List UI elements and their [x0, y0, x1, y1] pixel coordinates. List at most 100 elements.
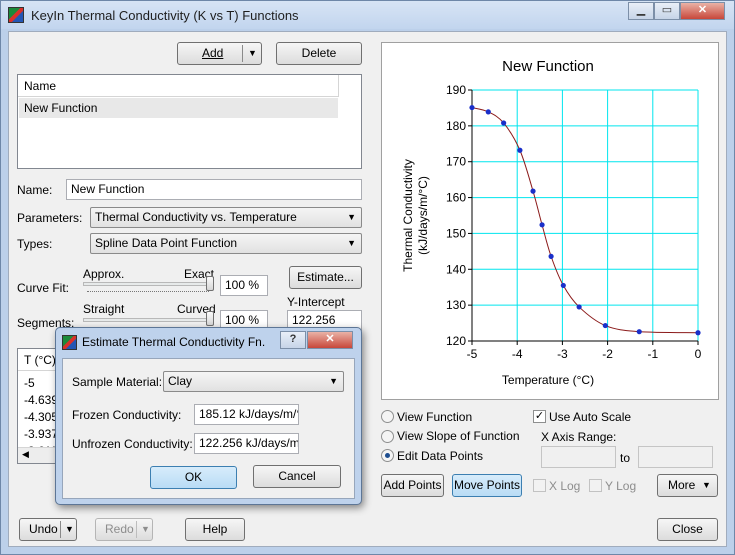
sample-material-select[interactable]: Clay ▼ — [163, 371, 344, 392]
ok-button[interactable]: OK — [150, 466, 237, 489]
dropdown-arrow-icon: ▼ — [329, 376, 338, 386]
functions-list[interactable]: Name New Function — [17, 74, 362, 169]
curvefit-slider[interactable] — [83, 282, 213, 286]
data-point[interactable] — [530, 188, 536, 194]
edit-points-radio[interactable] — [381, 449, 394, 462]
data-point[interactable] — [501, 120, 507, 126]
table-row[interactable]: -5 — [24, 375, 58, 392]
x-range-max-input[interactable] — [638, 446, 713, 468]
close-icon: ✕ — [325, 333, 335, 345]
x-range-min-input[interactable] — [541, 446, 616, 468]
close-window-button[interactable]: ✕ — [680, 2, 725, 20]
view-function-radio[interactable] — [381, 410, 394, 423]
dropdown-arrow-icon: ▼ — [248, 48, 257, 58]
data-point[interactable] — [695, 330, 701, 336]
dialog-close-button[interactable]: ✕ — [307, 331, 353, 349]
table-row[interactable]: -3.937 — [24, 426, 58, 443]
sample-material-label: Sample Material: — [72, 375, 163, 389]
table-row[interactable]: -4.639 — [24, 392, 58, 409]
table-row[interactable]: -4.305 — [24, 409, 58, 426]
view-slope-radio[interactable] — [381, 430, 394, 443]
x-tick-label: -2 — [602, 347, 613, 361]
y-tick-label: 150 — [446, 226, 466, 240]
minimize-button[interactable]: ▁ — [628, 2, 654, 20]
scroll-left-icon: ◀ — [22, 449, 29, 459]
parameters-select[interactable]: Thermal Conductivity vs. Temperature ▼ — [90, 207, 362, 228]
parameters-label: Parameters: — [17, 211, 83, 225]
dropdown-arrow-icon: ▼ — [347, 238, 356, 248]
maximize-button[interactable]: ▭ — [654, 2, 680, 20]
curvefit-slider-thumb[interactable] — [206, 276, 214, 291]
minimize-icon: ▁ — [636, 4, 646, 16]
x-log-checkbox[interactable] — [533, 479, 546, 492]
unfrozen-conductivity-label: Unfrozen Conductivity: — [72, 437, 193, 451]
redo-button[interactable]: Redo ▼ — [95, 518, 153, 541]
range-to-label: to — [620, 451, 631, 465]
delete-button[interactable]: Delete — [276, 42, 362, 65]
segments-straight-label: Straight — [83, 302, 125, 316]
x-log-label: X Log — [549, 479, 581, 493]
frozen-conductivity-input[interactable]: 185.12 kJ/days/m/° — [194, 404, 299, 425]
close-button[interactable]: Close — [657, 518, 718, 541]
x-tick-label: -4 — [512, 347, 523, 361]
y-tick-label: 190 — [446, 83, 466, 97]
data-point[interactable] — [548, 253, 554, 259]
x-tick-label: -3 — [557, 347, 568, 361]
chart-title: New Function — [502, 58, 594, 75]
edit-points-label: Edit Data Points — [397, 449, 484, 463]
curvefit-label: Curve Fit: — [17, 281, 70, 295]
data-point[interactable] — [636, 329, 642, 335]
maximize-icon: ▭ — [661, 4, 673, 16]
curvefit-approx-label: Approx. — [83, 267, 125, 281]
app-icon — [8, 7, 24, 23]
x-tick-label: -5 — [467, 347, 478, 361]
undo-button[interactable]: Undo ▼ — [19, 518, 77, 541]
add-button[interactable]: Add ▼ — [177, 42, 262, 65]
dialog-help-button[interactable]: ? — [280, 331, 306, 349]
types-select[interactable]: Spline Data Point Function ▼ — [90, 233, 362, 254]
dropdown-arrow-icon: ▼ — [141, 524, 150, 534]
estimate-dialog: Estimate Thermal Conductivity Fn. ? ✕ Sa… — [55, 327, 362, 505]
auto-scale-checkbox[interactable]: ✓ — [533, 410, 546, 423]
x-tick-label: -1 — [647, 347, 658, 361]
data-point[interactable] — [485, 109, 491, 115]
types-label: Types: — [17, 237, 53, 251]
data-point[interactable] — [517, 147, 523, 153]
auto-scale-label: Use Auto Scale — [549, 410, 632, 424]
view-slope-label: View Slope of Function — [397, 429, 520, 443]
y-tick-label: 130 — [446, 298, 466, 312]
segments-slider[interactable] — [83, 318, 213, 322]
data-point[interactable] — [539, 222, 545, 228]
data-point[interactable] — [602, 322, 608, 329]
move-points-button[interactable]: Move Points — [452, 474, 522, 497]
chart[interactable]: -5 -4 -3 -2 -1 0 120 130 140 150 160 170 180 190 New F… — [382, 43, 718, 399]
chart-panel: -5 -4 -3 -2 -1 0 120 130 140 150 160 170 180 190 New F… — [381, 42, 719, 400]
y-tick-label: 140 — [446, 262, 466, 276]
help-button[interactable]: Help — [185, 518, 245, 541]
y-log-checkbox[interactable] — [589, 479, 602, 492]
estimate-button[interactable]: Estimate... — [289, 266, 362, 289]
table-column: -5 -4.639 -4.305 -3.937 -3.611 — [24, 375, 58, 450]
close-icon: ✕ — [697, 4, 708, 16]
y-axis-label: Thermal Conductivity(kJ/days/m/°C) — [401, 159, 430, 272]
series-line — [471, 107, 699, 334]
window-title: KeyIn Thermal Conductivity (K vs T) Func… — [31, 8, 299, 23]
checkmark-icon: ✓ — [534, 410, 545, 422]
curvefit-value-input[interactable]: 100 % — [220, 275, 268, 296]
y-tick-label: 120 — [446, 334, 466, 348]
unfrozen-conductivity-input[interactable]: 122.256 kJ/days/m/ — [194, 433, 299, 454]
x-axis-label: Temperature (°C) — [502, 373, 594, 387]
more-button[interactable]: More ▼ — [657, 474, 718, 497]
data-point[interactable] — [469, 104, 475, 111]
dropdown-arrow-icon: ▼ — [347, 212, 356, 222]
name-label: Name: — [17, 183, 53, 197]
add-points-button[interactable]: Add Points — [381, 474, 444, 497]
data-point[interactable] — [560, 282, 566, 289]
data-point[interactable] — [576, 304, 582, 310]
cancel-button[interactable]: Cancel — [253, 465, 341, 488]
name-input[interactable]: New Function — [66, 179, 362, 200]
segments-slider-thumb[interactable] — [206, 311, 214, 326]
title-bar[interactable]: KeyIn Thermal Conductivity (K vs T) Func… — [1, 1, 734, 29]
app-icon — [62, 335, 77, 350]
list-item[interactable]: New Function — [19, 98, 338, 118]
